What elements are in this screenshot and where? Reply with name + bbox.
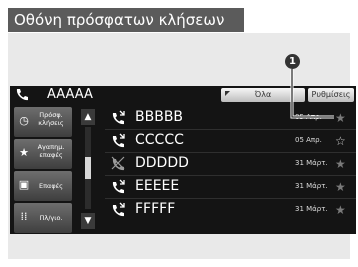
page-title: Οθόνη πρόσφατων κλήσεων xyxy=(8,8,244,32)
favorite-star-icon[interactable]: ★ xyxy=(335,203,346,217)
call-name: CCCCC xyxy=(135,132,184,148)
call-date: 05 Απρ. xyxy=(295,136,322,144)
call-date: 31 Μάρτ. xyxy=(295,159,328,167)
favorite-star-icon[interactable]: ★ xyxy=(335,180,346,194)
sidebar-item-label: Αγαπημ. επαφές xyxy=(37,143,65,159)
filter-all-label: Όλα xyxy=(254,90,272,99)
callout-number: 1 xyxy=(285,54,300,69)
incoming-call-icon xyxy=(112,179,125,194)
keypad-icon: ⁞⁞ xyxy=(20,210,28,223)
sidebar-item-contacts[interactable]: ▣ Επαφές xyxy=(14,171,72,201)
scrollbar[interactable]: ▲ ▼ xyxy=(80,107,96,231)
missed-call-icon xyxy=(111,156,125,171)
scroll-thumb[interactable] xyxy=(85,157,91,179)
dropdown-corner-icon xyxy=(225,91,230,96)
settings-button[interactable]: Ρυθμίσεις xyxy=(308,88,354,102)
call-row[interactable]: DDDDD 31 Μάρτ. ★ xyxy=(105,153,356,176)
favorite-star-icon[interactable]: ☆ xyxy=(335,134,346,148)
call-name: BBBBB xyxy=(135,109,184,125)
favorite-star-icon[interactable]: ★ xyxy=(335,111,346,125)
call-row[interactable]: EEEEE 31 Μάρτ. ★ xyxy=(105,176,356,199)
sidebar-item-recent-calls[interactable]: ◷ Πρόσφ. κλήσεις xyxy=(14,107,72,137)
call-row[interactable]: CCCCC 05 Απρ. ☆ xyxy=(105,130,356,153)
call-name: FFFFF xyxy=(135,201,176,217)
incoming-call-icon xyxy=(112,133,125,148)
contacts-icon: ▣ xyxy=(18,178,30,191)
favorite-star-icon[interactable]: ★ xyxy=(335,157,346,171)
recent-calls-screen: AAAAA Όλα Ρυθμίσεις ◷ Πρόσφ. κλήσεις ★ Α… xyxy=(10,86,356,234)
incoming-call-icon xyxy=(112,202,125,217)
sidebar-item-label: Πλ/γιο. xyxy=(39,214,63,222)
scroll-track[interactable] xyxy=(85,127,91,209)
sidebar-item-keypad[interactable]: ⁞⁞ Πλ/γιο. xyxy=(14,203,72,233)
incoming-call-icon xyxy=(112,110,125,125)
current-contact-name: AAAAA xyxy=(47,87,93,102)
star-icon: ★ xyxy=(19,146,29,159)
phone-icon xyxy=(16,89,28,101)
call-row[interactable]: FFFFF 31 Μάρτ. ★ xyxy=(105,199,356,221)
sidebar-item-label: Πρόσφ. κλήσεις xyxy=(38,111,64,127)
call-name: DDDDD xyxy=(135,155,189,171)
sidebar-item-label: Επαφές xyxy=(39,182,63,190)
call-date: 05 Απρ. xyxy=(295,113,322,121)
filter-all-button[interactable]: Όλα xyxy=(221,88,305,102)
scroll-up-icon[interactable]: ▲ xyxy=(81,109,95,125)
call-row[interactable]: BBBBB 05 Απρ. ★ xyxy=(105,107,356,130)
sidebar-item-favorites[interactable]: ★ Αγαπημ. επαφές xyxy=(14,139,72,169)
clock-icon: ◷ xyxy=(19,114,29,127)
call-date: 31 Μάρτ. xyxy=(295,205,328,213)
call-date: 31 Μάρτ. xyxy=(295,182,328,190)
scroll-down-icon[interactable]: ▼ xyxy=(81,213,95,229)
call-name: EEEEE xyxy=(135,178,180,194)
top-bar: AAAAA Όλα Ρυθμίσεις xyxy=(10,86,356,106)
